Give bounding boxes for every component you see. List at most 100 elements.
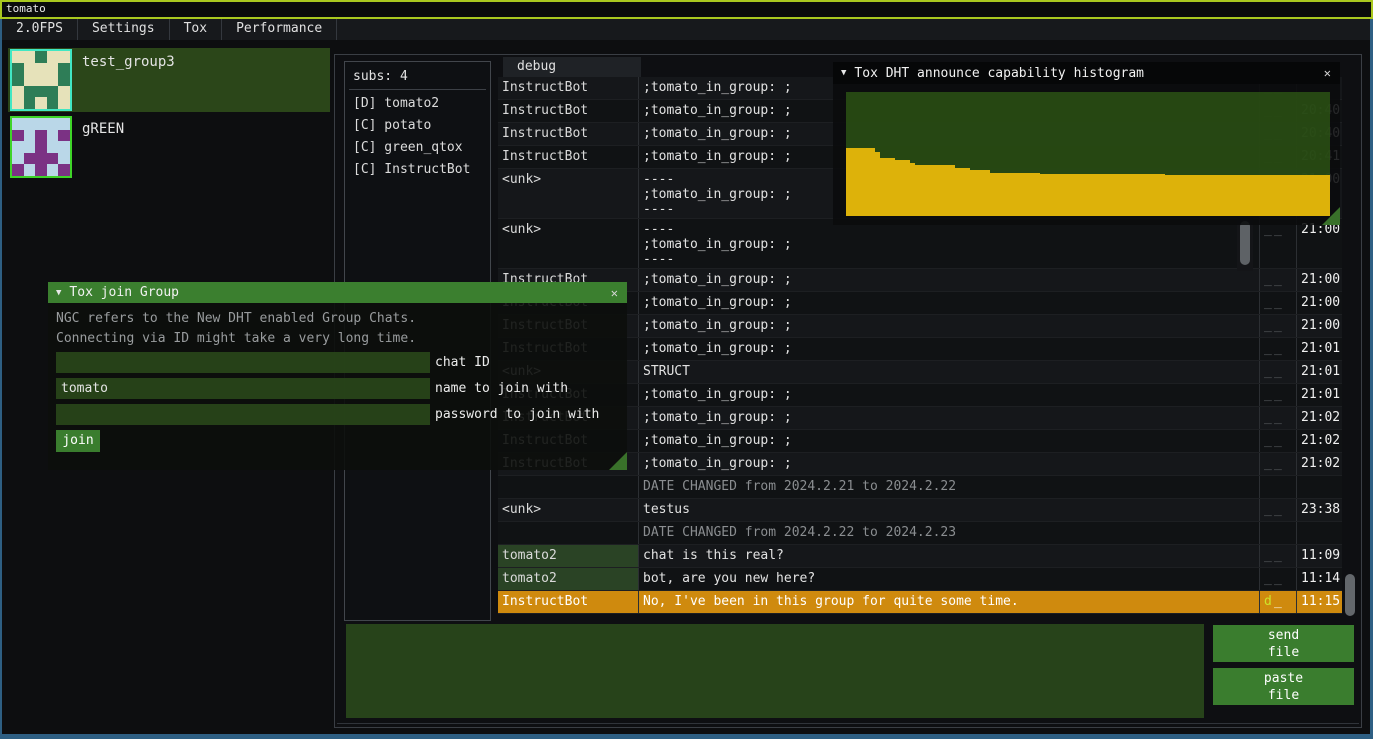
send-file-button[interactable]: send file — [1213, 625, 1354, 662]
avatar-cell — [12, 118, 24, 130]
join-input-password-to-join-with[interactable] — [56, 404, 430, 425]
group-name-label: gREEN — [82, 121, 124, 137]
group-name-label: test_group3 — [82, 54, 175, 70]
avatar-cell — [47, 51, 59, 63]
group-row-test_group3[interactable]: test_group3 — [8, 48, 330, 112]
message-status-cell: __ — [1259, 269, 1296, 291]
tab-debug[interactable]: debug — [503, 57, 641, 77]
chat-message-row[interactable]: <unk>---- ;tomato_in_group: ; ----__21:0… — [498, 219, 1342, 269]
avatar-cell — [12, 74, 24, 86]
paste-file-button[interactable]: paste file — [1213, 668, 1354, 705]
os-window-titlebar[interactable]: tomato — [0, 0, 1373, 19]
avatar-cell — [47, 97, 59, 109]
avatar-cell — [58, 51, 70, 63]
avatar-cell — [24, 164, 36, 176]
message-text-cell: chat is this real? — [638, 545, 1259, 567]
group-row-gREEN[interactable]: gREEN — [8, 115, 330, 179]
message-text-cell: testus — [638, 499, 1259, 521]
message-timestamp-cell: 11:14 — [1296, 568, 1342, 590]
histogram-bars — [846, 92, 1330, 216]
avatar-cell — [47, 86, 59, 98]
menu-item-performance[interactable]: Performance — [222, 19, 337, 40]
message-timestamp-cell: 11:15 — [1296, 591, 1342, 613]
menu-item-settings[interactable]: Settings — [78, 19, 170, 40]
message-status-cell: __ — [1259, 407, 1296, 429]
dht-histogram-titlebar: ▼ Tox DHT announce capability histogram … — [833, 62, 1340, 84]
collapse-icon[interactable]: ▼ — [56, 288, 61, 298]
message-status-cell: __ — [1259, 315, 1296, 337]
message-timestamp-cell: 21:01 — [1296, 338, 1342, 360]
members-separator — [349, 89, 486, 90]
join-field-label: password to join with — [435, 407, 599, 422]
resize-grip-icon[interactable] — [1322, 207, 1340, 225]
member-list-item[interactable]: [C] green_qtox — [345, 137, 490, 159]
message-status-cell: __ — [1259, 338, 1296, 360]
avatar-cell — [47, 130, 59, 142]
message-timestamp-cell: 21:02 — [1296, 407, 1342, 429]
message-timestamp-cell: 21:00 — [1296, 315, 1342, 337]
join-button[interactable]: join — [56, 430, 100, 452]
message-author-cell: tomato2 — [498, 545, 638, 567]
log-scrollbar-thumb[interactable] — [1240, 221, 1250, 265]
message-input[interactable] — [346, 624, 1204, 718]
message-text-cell: ;tomato_in_group: ; — [638, 292, 1259, 314]
message-text-cell: STRUCT — [638, 361, 1259, 383]
chat-scrollbar-thumb[interactable] — [1345, 574, 1355, 616]
histogram-bin — [895, 160, 910, 216]
message-timestamp-cell: 21:00 — [1296, 269, 1342, 291]
message-status-cell — [1259, 522, 1296, 544]
message-author-cell: <unk> — [498, 499, 638, 521]
message-author-cell: InstructBot — [498, 146, 638, 168]
chat-message-row[interactable]: DATE CHANGED from 2024.2.21 to 2024.2.22 — [498, 476, 1342, 499]
bottom-separator — [337, 723, 1359, 724]
avatar-cell — [47, 164, 59, 176]
message-text-cell: ;tomato_in_group: ; — [638, 384, 1259, 406]
member-list-item[interactable]: [C] potato — [345, 115, 490, 137]
message-timestamp-cell — [1296, 522, 1342, 544]
message-author-cell: <unk> — [498, 219, 638, 268]
histogram-bin — [970, 170, 990, 216]
message-text-cell: No, I've been in this group for quite so… — [638, 591, 1259, 613]
join-group-body: NGC refers to the New DHT enabled Group … — [48, 303, 627, 470]
message-author-cell: InstructBot — [498, 100, 638, 122]
message-text-cell: ---- ;tomato_in_group: ; ---- — [638, 219, 1259, 268]
histogram-plot[interactable] — [846, 92, 1330, 216]
join-group-window: ▼ Tox join Group ✕ NGC refers to the New… — [48, 282, 627, 470]
member-list-item[interactable]: [D] tomato2 — [345, 93, 490, 115]
message-text-cell: ;tomato_in_group: ; — [638, 269, 1259, 291]
avatar-cell — [58, 130, 70, 142]
member-list-item[interactable]: [C] InstructBot — [345, 159, 490, 181]
message-status-cell: __ — [1259, 568, 1296, 590]
avatar-cell — [58, 164, 70, 176]
avatar-cell — [35, 153, 47, 165]
avatar-cell — [24, 130, 36, 142]
resize-grip-icon[interactable] — [609, 452, 627, 470]
group-avatar — [10, 49, 72, 111]
chat-message-row[interactable]: InstructBotNo, I've been in this group f… — [498, 591, 1342, 614]
histogram-bin — [955, 168, 970, 216]
close-icon[interactable]: ✕ — [1321, 66, 1334, 80]
message-text-cell: ;tomato_in_group: ; — [638, 453, 1259, 475]
avatar-cell — [47, 153, 59, 165]
avatar-cell — [58, 118, 70, 130]
chat-message-row[interactable]: <unk>testus__23:38 — [498, 499, 1342, 522]
join-field-label: name to join with — [435, 381, 568, 396]
avatar-cell — [12, 97, 24, 109]
join-input-chat-ID[interactable] — [56, 352, 430, 373]
close-icon[interactable]: ✕ — [608, 286, 621, 300]
message-status-cell: __ — [1259, 430, 1296, 452]
message-author-cell — [498, 522, 638, 544]
chat-message-row[interactable]: DATE CHANGED from 2024.2.22 to 2024.2.23 — [498, 522, 1342, 545]
message-status-cell: __ — [1259, 453, 1296, 475]
menu-item-2-0fps[interactable]: 2.0FPS — [2, 19, 78, 40]
chat-message-row[interactable]: tomato2bot, are you new here?__11:14 — [498, 568, 1342, 591]
chat-message-row[interactable]: tomato2chat is this real?__11:09 — [498, 545, 1342, 568]
join-info-line-1: NGC refers to the New DHT enabled Group … — [48, 309, 627, 329]
menu-item-tox[interactable]: Tox — [170, 19, 222, 40]
avatar-cell — [58, 153, 70, 165]
avatar-cell — [35, 130, 47, 142]
message-status-cell — [1259, 476, 1296, 498]
join-input-name-to-join-with[interactable] — [56, 378, 430, 399]
collapse-icon[interactable]: ▼ — [841, 68, 846, 78]
avatar-cell — [24, 141, 36, 153]
